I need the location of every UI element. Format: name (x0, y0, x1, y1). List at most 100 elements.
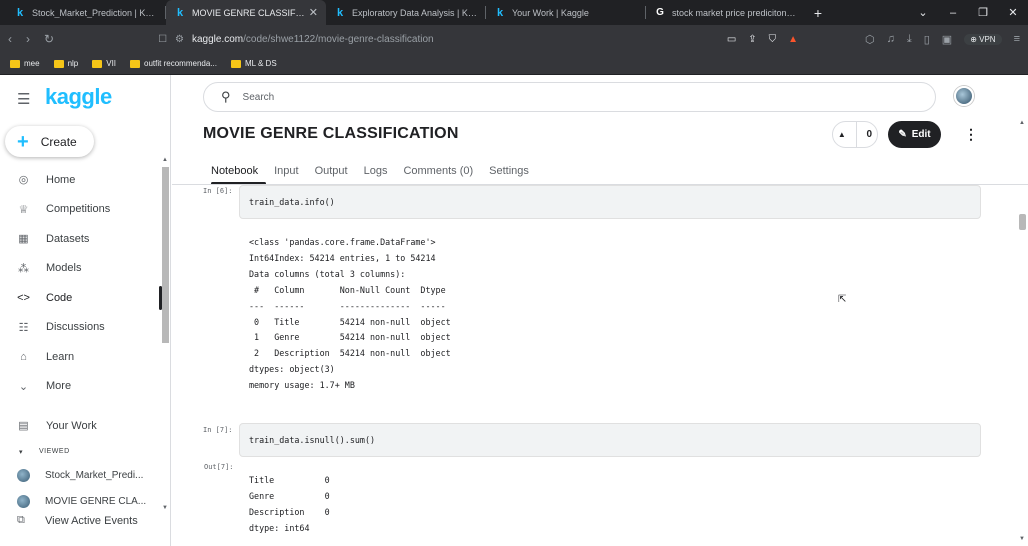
url-host: kaggle.com (192, 33, 244, 45)
events-icon: ⧉ (17, 514, 25, 526)
bookmark-folder[interactable]: VII (92, 59, 116, 68)
edit-button[interactable]: ✎ Edit (888, 121, 941, 148)
upvote-icon[interactable]: ▲ (838, 130, 846, 139)
scroll-down-icon[interactable]: ▼ (1019, 536, 1025, 542)
folder-icon (92, 59, 103, 68)
sidebar-item-competitions[interactable]: ♕ Competitions (0, 195, 160, 225)
cell-prompt: In [7]: (203, 426, 233, 434)
output-prompt: Out[7]: (204, 463, 234, 471)
sidebar-item-code[interactable]: <> Code (0, 283, 162, 313)
viewed-item[interactable]: Stock_Market_Predi... (0, 463, 160, 489)
cell-output: <class 'pandas.core.frame.DataFrame'> In… (249, 237, 451, 391)
tab-comments[interactable]: Comments (0) (395, 159, 481, 183)
sidebar-item-models[interactable]: ⁂ Models (0, 254, 160, 284)
create-button[interactable]: + Create (5, 126, 94, 157)
plus-icon: + (17, 130, 29, 153)
code-cell[interactable]: train_data.info() (239, 185, 981, 219)
search-icon: ⚲ (221, 89, 231, 104)
scroll-up-icon[interactable]: ▲ (1019, 120, 1025, 126)
rewards-icon[interactable]: ▲ (788, 34, 798, 45)
clipboard-icon: ▤ (18, 420, 29, 433)
discussions-icon: ☷ (18, 321, 29, 334)
tab-logs[interactable]: Logs (356, 159, 396, 183)
bookmark-icon[interactable]: ☐ (158, 34, 167, 45)
search-input[interactable]: ⚲ Search (203, 82, 936, 112)
viewed-toggle[interactable]: ▾ VIEWED (0, 441, 160, 463)
close-tab-icon[interactable]: ✕ (309, 6, 318, 19)
media-icon[interactable]: ♫ (887, 33, 895, 45)
sidebar-item-datasets[interactable]: ▦ Datasets (0, 224, 160, 254)
sidebar-item-more[interactable]: ⌄ More (0, 372, 160, 402)
toolbar: ‹ › ↻ ☐ ⚙ kaggle.com/code/shwe1122/movie… (0, 25, 1028, 53)
caret-down-icon: ▾ (19, 448, 24, 456)
sidebar: ☰ kaggle + Create ◎ Home ♕ Competitions ▦ D… (0, 75, 171, 546)
avatar[interactable] (954, 86, 974, 106)
page-scrollbar[interactable]: ▲ ▼ (1017, 120, 1028, 546)
forward-icon[interactable]: › (26, 32, 30, 46)
vpn-button[interactable]: ⊕ VPN (964, 33, 1002, 45)
sidebar-scrollbar[interactable]: ▲ ▼ (161, 157, 170, 533)
sidebar-icon[interactable]: ▯ (924, 33, 930, 46)
tab-title: Your Work | Kaggle (512, 7, 589, 18)
wallet-icon[interactable]: ▣ (942, 33, 952, 46)
tab-notebook[interactable]: Notebook (203, 159, 267, 185)
minimize-icon[interactable]: – (938, 0, 968, 25)
download-icon[interactable]: ⤓ (907, 33, 912, 46)
tab-search-icon[interactable]: ⌄ (908, 0, 938, 25)
bookmark-folder[interactable]: nlp (53, 59, 79, 68)
folder-icon (10, 59, 20, 68)
kaggle-icon: k (496, 6, 504, 19)
table-icon: ▦ (18, 233, 29, 246)
sidebar-item-home[interactable]: ◎ Home (0, 165, 160, 195)
browser-tab[interactable]: k Exploratory Data Analysis | Kaggle (326, 0, 486, 25)
close-window-icon[interactable]: ✕ (998, 0, 1028, 25)
site-info-icon[interactable]: ⚙ (175, 34, 184, 45)
browser-tab[interactable]: k Your Work | Kaggle (486, 0, 646, 25)
back-icon[interactable]: ‹ (8, 32, 12, 46)
new-tab-button[interactable]: + (806, 0, 830, 25)
bookmark-label: outfit recommenda... (144, 59, 217, 68)
install-icon[interactable]: ▭ (727, 34, 736, 45)
sidebar-item-discussions[interactable]: ☷ Discussions (0, 313, 160, 343)
code-text: train_data.isnull().sum() (249, 435, 376, 445)
tab-output[interactable]: Output (307, 159, 356, 183)
scroll-down-icon[interactable]: ▼ (162, 505, 168, 511)
more-options-icon[interactable]: ⋮ (964, 126, 978, 143)
url-path: /code/shwe1122/movie-genre-classificatio… (243, 33, 434, 45)
trophy-icon: ♕ (18, 203, 29, 216)
browser-tab[interactable]: k Stock_Market_Prediction | Kaggle (6, 0, 166, 25)
reload-icon[interactable]: ↻ (44, 32, 54, 46)
vote-count: 0 (866, 129, 873, 140)
upvote-button[interactable]: ▲ 0 (832, 121, 878, 148)
avatar (17, 495, 30, 508)
kaggle-logo[interactable]: kaggle (45, 84, 112, 110)
bookmark-label: nlp (67, 59, 79, 68)
sidebar-item-label: Code (46, 291, 73, 304)
view-active-events[interactable]: ⧉ View Active Events (0, 508, 160, 534)
bookmark-folder[interactable]: ML & DS (230, 59, 277, 68)
bookmark-folder[interactable]: mee (10, 59, 40, 68)
scrollbar-thumb[interactable] (162, 167, 169, 343)
code-cell[interactable]: train_data.isnull().sum() (239, 423, 981, 457)
restore-icon[interactable]: ❐ (968, 0, 998, 25)
sidebar-item-your-work[interactable]: ▤ Your Work (0, 411, 160, 441)
extensions-icon[interactable]: ⬡ (865, 33, 875, 46)
shields-icon[interactable]: ⛉ (769, 34, 777, 45)
scroll-up-icon[interactable]: ▲ (162, 157, 168, 163)
your-work-section: ▤ Your Work ▾ VIEWED Stock_Market_Predi...… (0, 411, 160, 534)
address-bar[interactable]: ☐ ⚙ kaggle.com/code/shwe1122/movie-genre… (158, 29, 798, 49)
browser-tab-active[interactable]: k MOVIE GENRE CLASSIFICATION ✕ (166, 0, 326, 25)
sidebar-item-label: Your Work (46, 419, 97, 432)
hamburger-menu-icon[interactable]: ☰ (17, 90, 30, 108)
browser-chrome: k Stock_Market_Prediction | Kaggle k MOV… (0, 0, 1028, 75)
share-icon[interactable]: ⇪ (748, 34, 756, 45)
scrollbar-thumb[interactable] (1019, 214, 1026, 230)
sidebar-item-learn[interactable]: ⌂ Learn (0, 342, 160, 372)
browser-tab[interactable]: G stock market price prediciton - Goo (646, 0, 806, 25)
tab-title: Stock_Market_Prediction | Kaggle (32, 7, 158, 18)
pencil-icon: ✎ (898, 129, 907, 140)
tab-settings[interactable]: Settings (481, 159, 537, 183)
bookmark-folder[interactable]: outfit recommenda... (130, 59, 217, 68)
tab-input[interactable]: Input (266, 159, 306, 183)
menu-icon[interactable]: ≡ (1014, 33, 1020, 45)
